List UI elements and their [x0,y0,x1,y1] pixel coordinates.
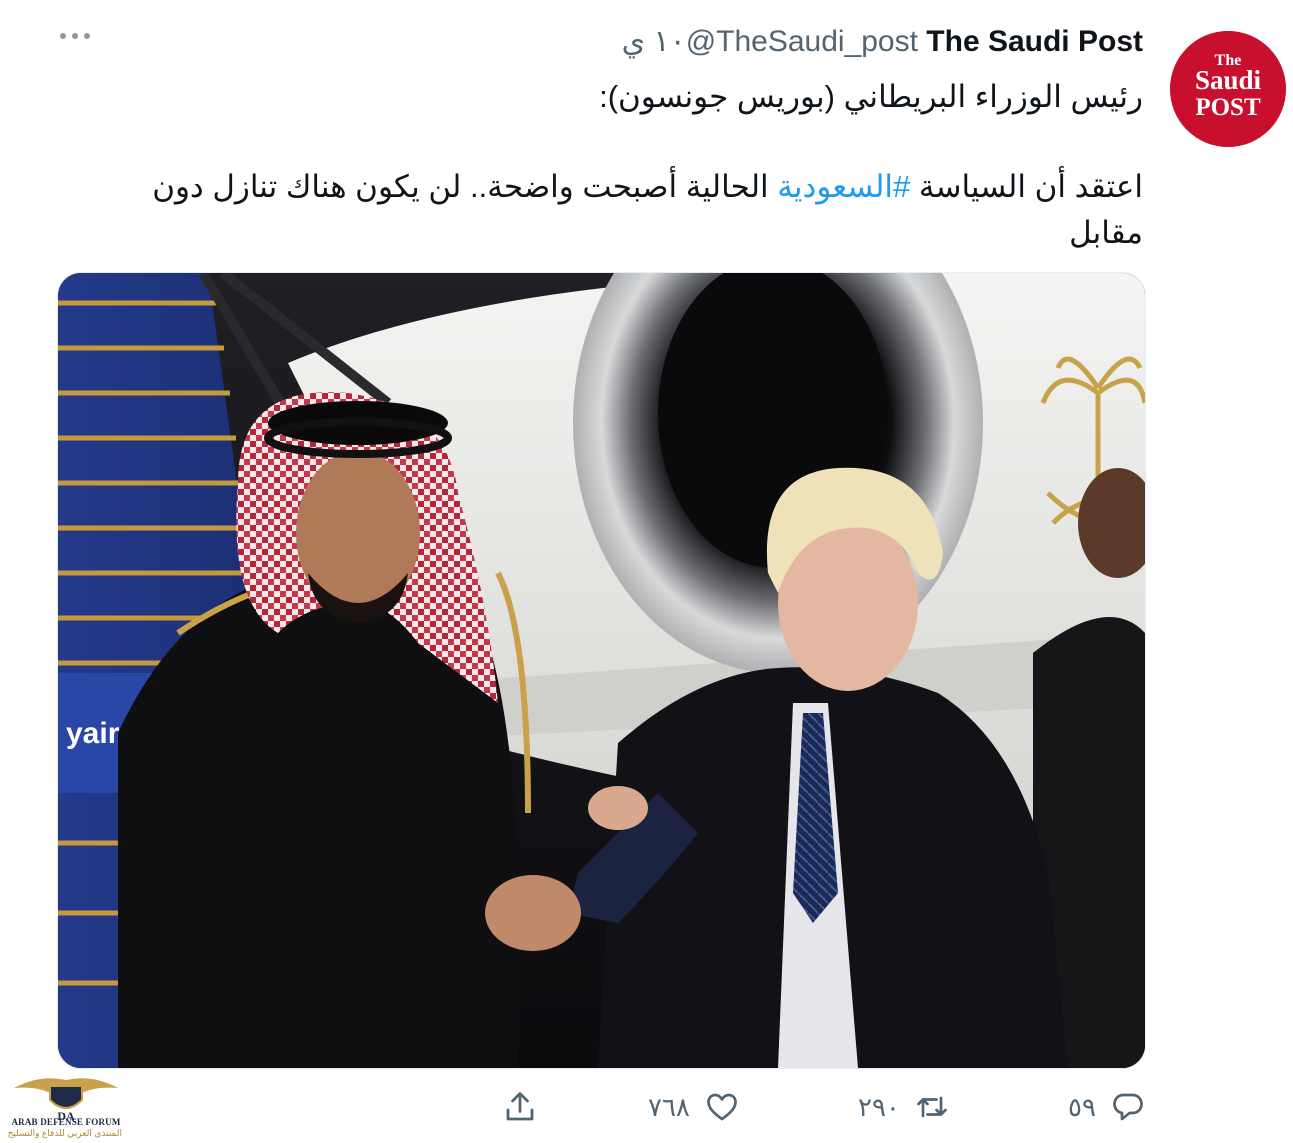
author-display-name[interactable]: The Saudi Post [926,25,1143,58]
reply-button[interactable]: ٥٩ [1068,1082,1146,1132]
retweet-icon [914,1089,950,1125]
hashtag-link[interactable]: #السعودية [777,169,910,204]
reply-count: ٥٩ [1068,1091,1096,1122]
like-count: ٧٦٨ [648,1091,690,1122]
tweet-text-before-hashtag: اعتقد أن السياسة [910,169,1143,204]
forum-name-english: ARAB DEFENSE FORUM [11,1117,121,1127]
share-button[interactable] [502,1082,538,1132]
reply-icon [1110,1089,1146,1125]
tweet-timestamp[interactable]: ١٠ ي [622,25,686,58]
tweet-text-line-2: اعتقد أن السياسة #السعودية الحالية أصبحت… [83,164,1143,256]
author-avatar[interactable]: The Saudi POST [1170,31,1286,147]
retweet-count: ٢٩٠ [858,1091,900,1122]
author-handle[interactable]: @TheSaudi_post [686,25,918,58]
tweet-text-line-1: رئيس الوزراء البريطاني (بوريس جونسون): [599,79,1143,114]
avatar-saudi-text: Saudi [1195,65,1262,95]
share-icon [502,1089,538,1125]
more-options-icon[interactable] [58,26,92,46]
tweet-header: ١٠ ي@TheSaudi_post The Saudi Post [622,24,1143,60]
forum-name-arabic: المنتدى العربي للدفاع والتسليح [7,1128,122,1138]
heart-icon [704,1089,740,1125]
tweet-photo[interactable]: yair [57,272,1146,1069]
airline-logo-text: yair [66,717,120,750]
like-button[interactable]: ٧٦٨ [648,1082,740,1132]
avatar-post-text: POST [1195,94,1261,121]
retweet-button[interactable]: ٢٩٠ [858,1082,950,1132]
tweet-action-bar: ٧٦٨ ٢٩٠ ٥٩ [0,1082,1293,1132]
